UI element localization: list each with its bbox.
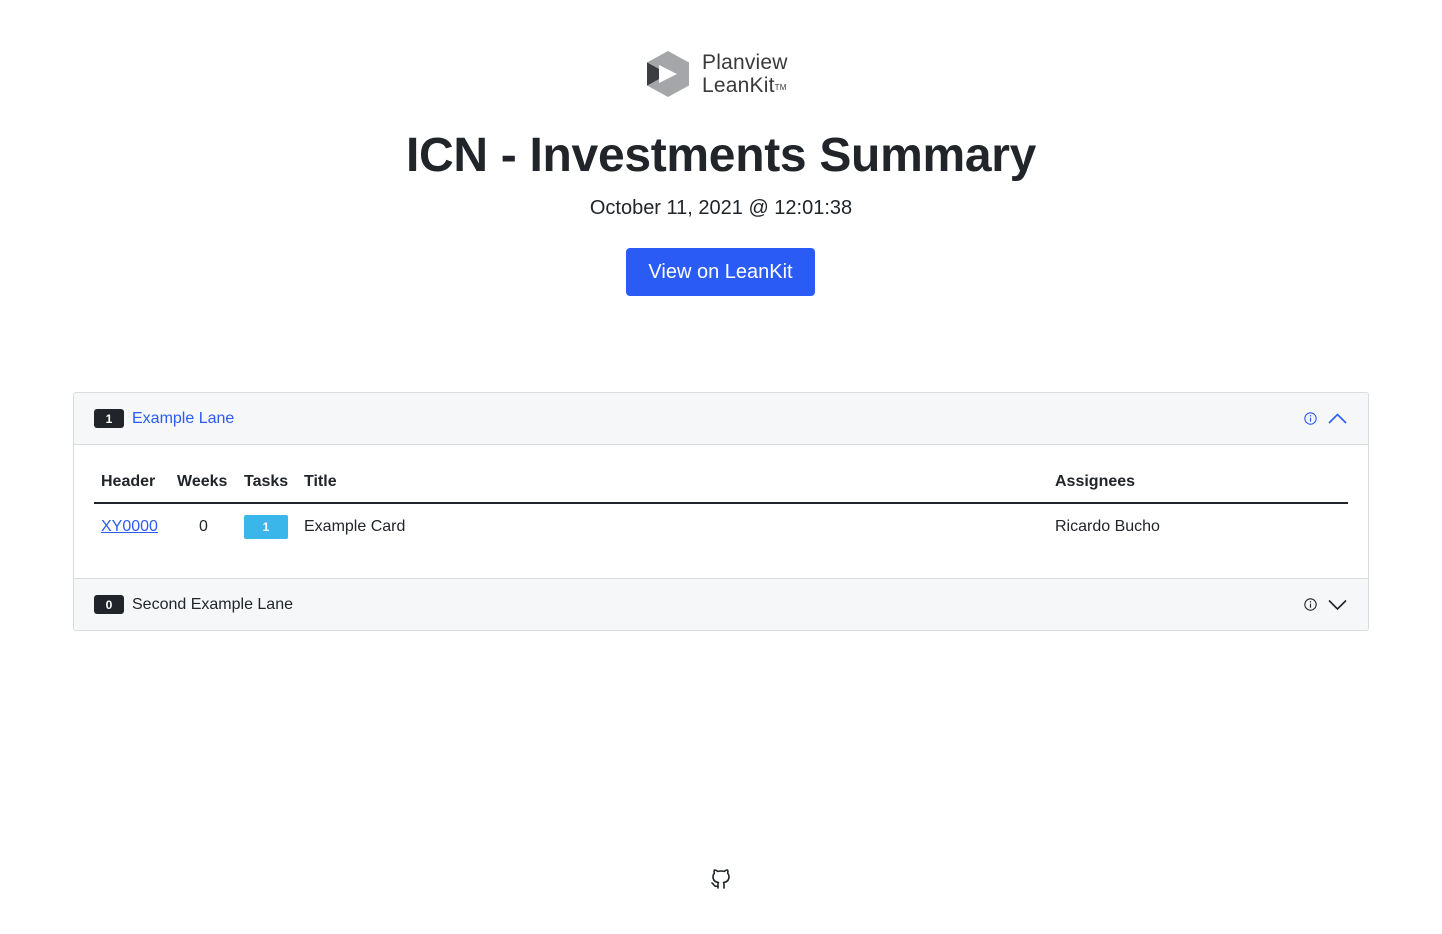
column-header: Weeks xyxy=(170,465,237,504)
info-icon[interactable] xyxy=(1304,598,1318,612)
lanes-accordion: 1 Example Lane Header Weeks Tasks Title … xyxy=(73,392,1369,631)
card-title: Example Card xyxy=(304,518,406,535)
report-timestamp: October 11, 2021 @ 12:01:38 xyxy=(589,197,853,219)
lane-body-example-lane: Header Weeks Tasks Title Assignees XY000… xyxy=(74,445,1368,578)
logo-trademark: TM xyxy=(774,83,787,92)
info-icon[interactable] xyxy=(1304,412,1318,426)
lane-header-second-example-lane[interactable]: 0 Second Example Lane xyxy=(74,578,1368,630)
column-header: Assignees xyxy=(1048,465,1348,504)
column-header: Header xyxy=(94,465,170,504)
lane-card-count-badge: 0 xyxy=(94,595,124,614)
logo-line-2: LeanKit xyxy=(702,74,775,97)
table-row: XY0000 0 1 Example Card Ricardo Bucho xyxy=(94,503,1348,551)
lane-title[interactable]: Second Example Lane xyxy=(132,596,293,614)
lane-title[interactable]: Example Lane xyxy=(132,410,234,428)
page-title: ICN - Investments Summary xyxy=(405,129,1037,182)
table-header-row: Header Weeks Tasks Title Assignees xyxy=(94,465,1348,504)
github-icon[interactable] xyxy=(709,867,733,891)
chevron-down-icon[interactable] xyxy=(1328,598,1348,612)
column-header: Tasks xyxy=(237,465,297,504)
view-on-leankit-button[interactable]: View on LeanKit xyxy=(626,248,815,296)
logo-wordmark: Planview LeanKitTM xyxy=(702,51,788,97)
lane-card-count-badge: 1 xyxy=(94,409,124,428)
logo-mark-icon xyxy=(647,51,689,97)
lane-header-example-lane[interactable]: 1 Example Lane xyxy=(74,393,1368,445)
chevron-up-icon[interactable] xyxy=(1328,412,1348,426)
logo-line-1: Planview xyxy=(702,51,788,74)
card-weeks: 0 xyxy=(199,518,208,535)
cards-table: Header Weeks Tasks Title Assignees XY000… xyxy=(94,465,1348,551)
planview-leankit-logo: Planview LeanKitTM xyxy=(646,49,788,99)
card-assignees: Ricardo Bucho xyxy=(1055,518,1160,535)
column-header: Title xyxy=(297,465,1048,504)
card-header-link[interactable]: XY0000 xyxy=(101,518,158,535)
task-count-badge: 1 xyxy=(244,515,288,539)
